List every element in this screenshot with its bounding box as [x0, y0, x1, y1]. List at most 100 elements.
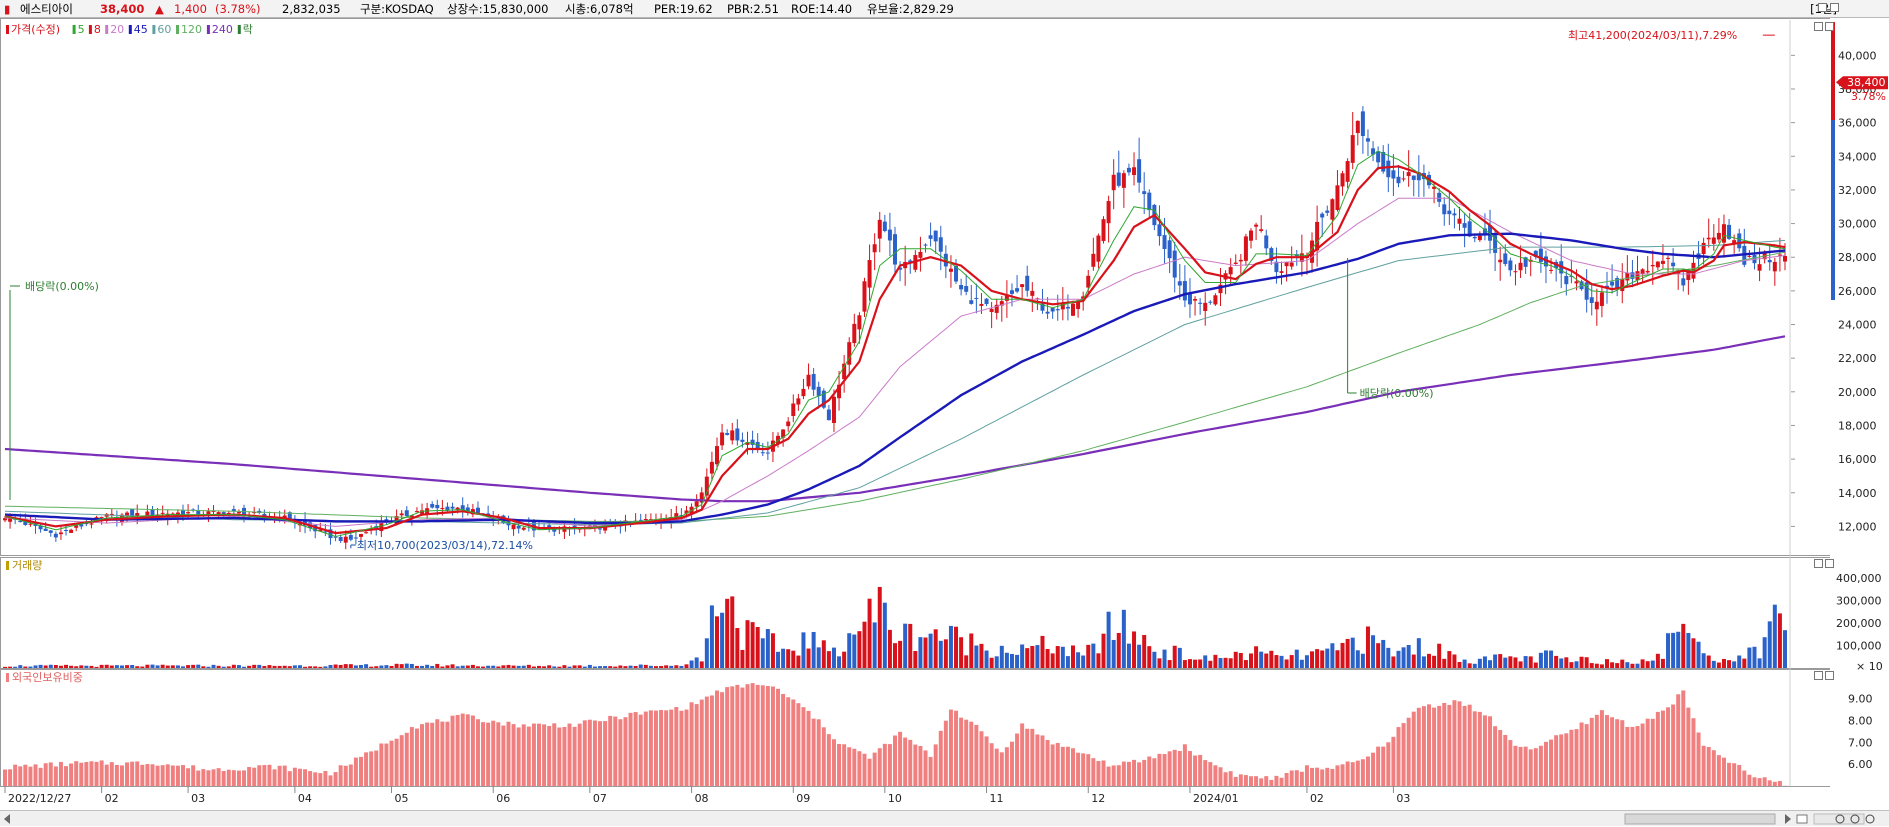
- stock-chart[interactable]: 최고41,200(2024/03/11),7.29%최저10,700(2023/…: [0, 0, 1889, 826]
- foreign-bar: [293, 768, 297, 786]
- foreign-bar: [1183, 744, 1187, 786]
- legend-entry: 60: [157, 23, 171, 36]
- volume-bar: [598, 666, 602, 668]
- volume-bar: [1605, 659, 1609, 668]
- foreign-bar: [659, 710, 663, 786]
- foreign-bar: [1524, 747, 1528, 786]
- volume-bar: [1193, 660, 1197, 668]
- foreign-bar: [1305, 765, 1309, 786]
- foreign-bar: [156, 766, 160, 786]
- volume-bar: [374, 666, 378, 668]
- volume-bar: [1295, 650, 1299, 668]
- candle-body: [990, 309, 994, 312]
- volume-bar: [1356, 650, 1360, 668]
- volume-bar: [1732, 661, 1736, 668]
- scroll-bar[interactable]: [0, 810, 1889, 826]
- volume-bar: [1213, 655, 1217, 668]
- volume-bar: [283, 666, 287, 668]
- volume-bar: [1691, 638, 1695, 668]
- candle-body: [873, 244, 877, 252]
- volume-bar: [1783, 630, 1787, 668]
- foreign-bar: [1290, 770, 1294, 786]
- volume-bar: [1224, 658, 1228, 668]
- candle-body: [985, 299, 989, 304]
- candle-body: [1376, 151, 1380, 162]
- candle-body: [1437, 193, 1441, 202]
- candle-body: [1249, 231, 1253, 241]
- foreign-bar: [679, 711, 683, 786]
- candle-body: [1259, 229, 1263, 231]
- candle-body: [1361, 111, 1365, 136]
- volume-bar: [664, 665, 668, 668]
- foreign-bar: [247, 767, 251, 786]
- volume-bar: [39, 665, 43, 668]
- candle-body: [1773, 262, 1777, 271]
- volume-bar: [649, 666, 653, 668]
- foreign-bar: [1295, 770, 1299, 786]
- foreign-bar: [1371, 753, 1375, 786]
- volume-bar: [425, 665, 429, 668]
- foreign-legend: 외국인보유비중: [12, 671, 83, 684]
- foreign-bar: [1722, 758, 1726, 786]
- volume-bar: [827, 651, 831, 668]
- volume-bar: [1707, 656, 1711, 668]
- foreign-bar: [1127, 762, 1131, 786]
- panel-minimize-icon: [1815, 23, 1823, 31]
- candle-body: [1198, 303, 1202, 304]
- volume-bar: [1524, 656, 1528, 668]
- volume-bar: [1391, 656, 1395, 668]
- foreign-bar: [522, 724, 526, 786]
- volume-bar: [913, 651, 917, 668]
- foreign-bar: [145, 764, 149, 786]
- volume-bar: [1071, 645, 1075, 668]
- foreign-bar: [1661, 711, 1665, 786]
- volume-bar: [522, 666, 526, 668]
- volume-bar: [34, 665, 38, 668]
- candle-body: [695, 501, 699, 506]
- foreign-bar: [715, 691, 719, 786]
- x-axis-label: 12: [1091, 792, 1105, 805]
- price-tick-label: 20,000: [1838, 386, 1877, 399]
- foreign-bar: [695, 704, 699, 786]
- foreign-bar: [1249, 776, 1253, 786]
- foreign-bar: [237, 771, 241, 786]
- foreign-bar: [1010, 742, 1014, 786]
- candle-body: [400, 513, 404, 515]
- candle-body: [476, 508, 480, 513]
- foreign-bar: [150, 764, 154, 786]
- scrollbar-graphics[interactable]: [0, 811, 1889, 827]
- foreign-bar: [212, 769, 216, 786]
- foreign-bar: [54, 766, 58, 786]
- candle-body: [517, 526, 521, 529]
- foreign-bar: [903, 738, 907, 786]
- volume-bar: [1549, 651, 1553, 668]
- foreign-bar: [995, 749, 999, 786]
- foreign-bar: [1773, 782, 1777, 786]
- foreign-bar: [369, 751, 373, 786]
- foreign-bar: [1742, 771, 1746, 786]
- volume-bar: [1061, 647, 1065, 668]
- candle-body: [344, 537, 348, 543]
- volume-bar: [1646, 661, 1650, 668]
- candle-body: [1132, 167, 1136, 175]
- foreign-bar: [1463, 706, 1467, 786]
- volume-bar: [506, 665, 510, 668]
- foreign-bar: [1310, 768, 1314, 786]
- foreign-bar: [954, 711, 958, 786]
- candle-body: [1407, 172, 1411, 176]
- volume-bar: [1666, 633, 1670, 668]
- foreign-bar: [1356, 761, 1360, 786]
- candle-body: [1239, 260, 1243, 262]
- foreign-bar: [862, 754, 866, 786]
- foreign-bar: [949, 710, 953, 786]
- volume-bar: [1717, 663, 1721, 668]
- volume-bar: [578, 665, 582, 668]
- candle-body: [1595, 302, 1599, 310]
- candle-body: [1396, 177, 1400, 183]
- volume-bar: [359, 665, 363, 668]
- panel-minimize-icon: [1815, 672, 1823, 680]
- volume-bar: [959, 637, 963, 668]
- volume-bar: [1376, 643, 1380, 668]
- candle-body: [1620, 279, 1624, 291]
- foreign-bar: [537, 724, 541, 786]
